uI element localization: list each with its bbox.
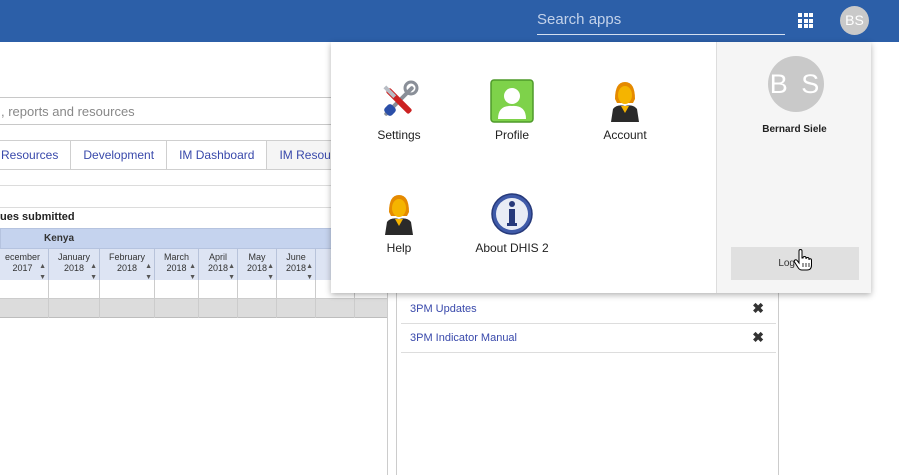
apps-grid-icon[interactable]	[798, 13, 813, 28]
region-label: Kenya	[44, 233, 75, 244]
menu-item-label: Account	[603, 128, 647, 142]
sort-icon: ▲ ▼	[90, 263, 97, 280]
sort-icon: ▲ ▼	[189, 263, 196, 280]
month-header[interactable]: May 2018 ▲ ▼	[238, 249, 277, 280]
list-item: 3PM Updates ✖	[401, 295, 776, 324]
month-header[interactable]: ecember 2017 ▲ ▼	[0, 249, 49, 280]
close-icon[interactable]: ✖	[752, 300, 764, 317]
table-cell	[100, 280, 155, 299]
sort-icon: ▲ ▼	[145, 263, 152, 280]
user-avatar: B S	[768, 56, 824, 112]
list-item: 3PM Indicator Manual ✖	[401, 324, 776, 353]
menu-item-label: About DHIS 2	[475, 241, 549, 255]
region-header-row: Kenya	[0, 228, 388, 249]
month-header[interactable]: January 2018 ▲ ▼	[49, 249, 100, 280]
table-cell	[0, 299, 49, 318]
user-avatar-button[interactable]: BS	[840, 6, 869, 35]
menu-item-label: Settings	[377, 128, 421, 142]
table-cell	[199, 280, 238, 299]
menu-item-account[interactable]: Account	[570, 79, 680, 145]
table-cell	[277, 280, 316, 299]
user-name: Bernard Siele	[762, 124, 827, 135]
resource-link[interactable]: 3PM Updates	[410, 303, 477, 315]
table-cell	[155, 280, 199, 299]
table-cell	[49, 280, 100, 299]
header-bar: Search apps BS	[0, 0, 899, 42]
settings-tools-icon	[383, 80, 419, 116]
table-row	[0, 299, 388, 318]
tab-development[interactable]: Development	[71, 141, 168, 169]
dashboard-tabs: Resources Development IM Dashboard IM Re…	[0, 140, 368, 170]
report-title: ues submitted	[0, 211, 75, 223]
table-cell	[199, 299, 238, 318]
profile-icon	[490, 79, 534, 123]
resource-link[interactable]: 3PM Indicator Manual	[410, 332, 517, 344]
table-cell	[49, 299, 100, 318]
account-icon	[611, 82, 639, 122]
menu-item-settings[interactable]: Settings	[344, 79, 454, 145]
sort-icon: ▲ ▼	[228, 263, 235, 280]
sort-icon: ▲ ▼	[267, 263, 274, 280]
month-header[interactable]: February 2018 ▲ ▼	[100, 249, 155, 280]
sort-icon: ▲ ▼	[306, 263, 313, 280]
tab-resources[interactable]: Resources	[0, 141, 72, 169]
menu-item-profile[interactable]: Profile	[457, 79, 567, 145]
search-apps-field[interactable]: Search apps	[537, 8, 785, 35]
table-cell	[277, 299, 316, 318]
close-icon[interactable]: ✖	[752, 329, 764, 346]
month-header-row: ecember 2017 ▲ ▼ January 2018 ▲ ▼ February…	[0, 249, 388, 280]
filter-bar	[0, 185, 388, 208]
menu-item-label: Help	[386, 241, 412, 255]
table-row	[0, 280, 388, 299]
resources-panel: 3PM Updates ✖ 3PM Indicator Manual ✖	[396, 290, 779, 475]
table-cell	[155, 299, 199, 318]
table-cell	[316, 299, 355, 318]
hand-cursor-icon	[793, 249, 812, 271]
month-header[interactable]: April 2018 ▲ ▼	[199, 249, 238, 280]
menu-item-label: Profile	[494, 128, 529, 142]
table-cell	[238, 299, 277, 318]
table-cell	[0, 280, 49, 299]
month-header[interactable]: March 2018 ▲ ▼	[155, 249, 199, 280]
resource-search-placeholder: , reports and resources	[1, 104, 135, 119]
sort-icon: ▲ ▼	[39, 263, 46, 280]
month-header[interactable]: June 2018 ▲ ▼	[277, 249, 316, 280]
menu-item-help[interactable]: Help	[344, 192, 454, 258]
profile-menu: Settings Profile Account Help About DHIS…	[331, 42, 871, 293]
menu-item-about[interactable]: About DHIS 2	[457, 192, 567, 258]
info-icon	[491, 193, 533, 235]
help-icon	[385, 195, 413, 235]
column-divider	[387, 280, 388, 475]
table-cell	[238, 280, 277, 299]
search-apps-placeholder: Search apps	[537, 11, 622, 28]
table-cell	[100, 299, 155, 318]
tab-im-dashboard[interactable]: IM Dashboard	[167, 141, 268, 169]
